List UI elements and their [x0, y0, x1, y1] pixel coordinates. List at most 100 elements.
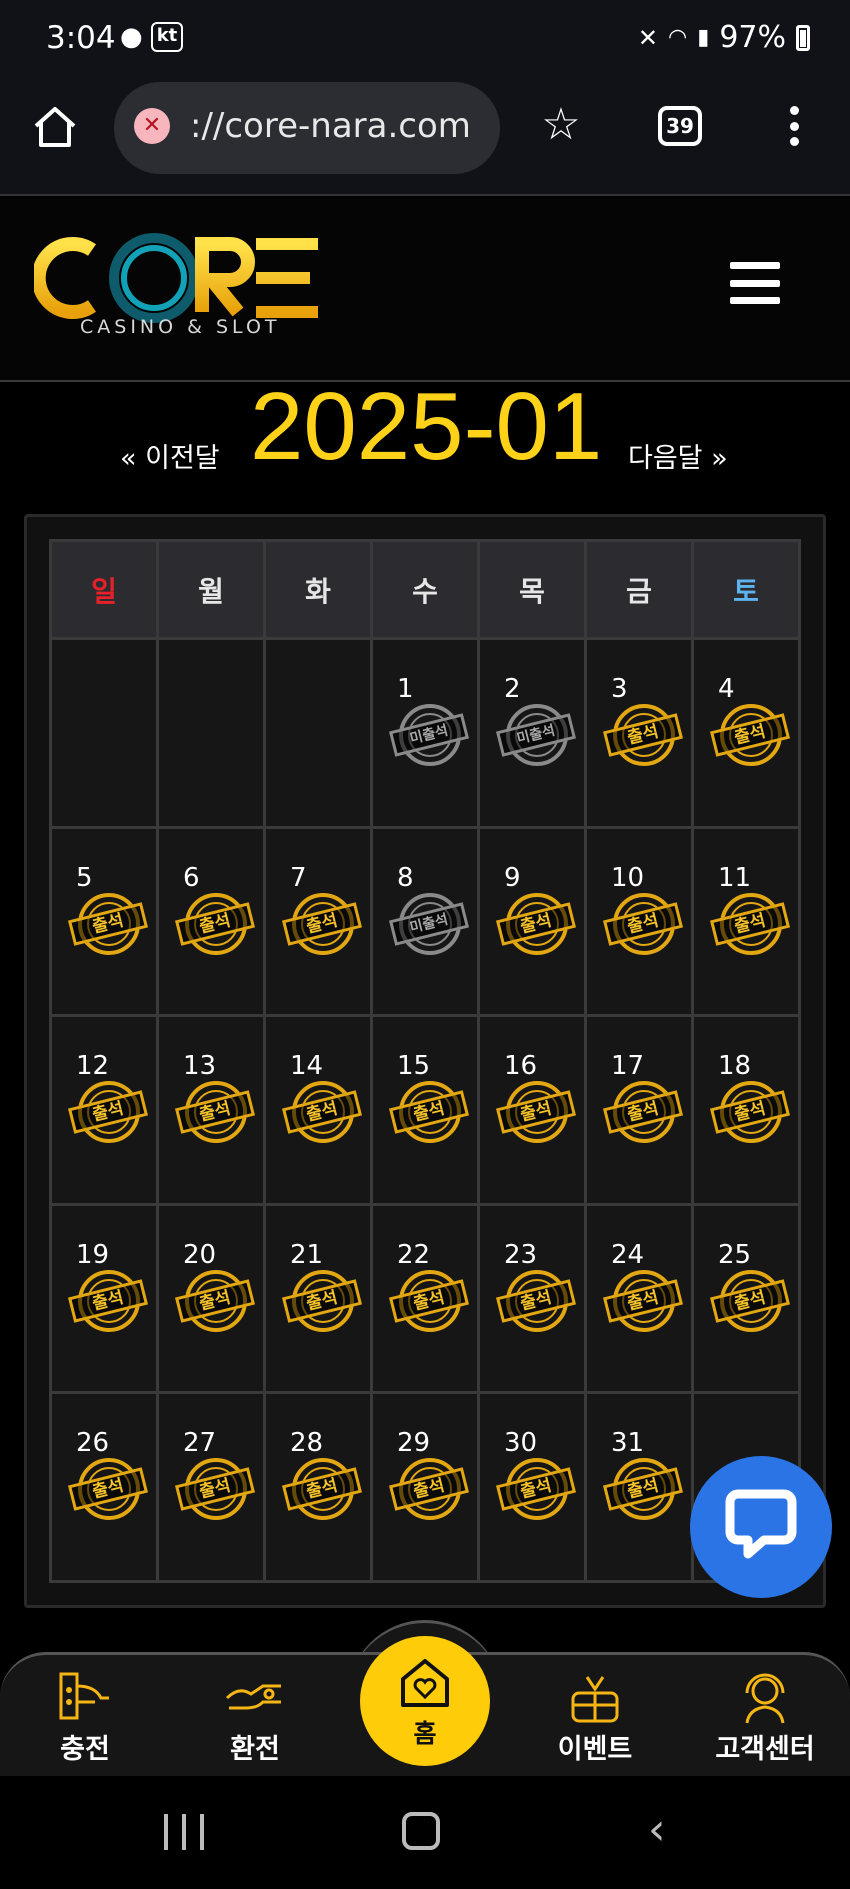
nav-support[interactable]: 고객센터	[700, 1665, 830, 1775]
day-number: 12	[76, 1051, 110, 1081]
calendar-day-cell: 25 출석	[691, 1202, 801, 1394]
day-number: 2	[504, 674, 521, 704]
day-number: 20	[183, 1239, 217, 1270]
attended-stamp: 출석	[709, 704, 791, 766]
calendar-day-cell: 11 출석	[691, 825, 801, 1017]
day-number: 23	[504, 1239, 538, 1270]
day-number: 25	[718, 1239, 752, 1270]
calendar-day-cell: 15 출석	[370, 1014, 480, 1206]
attended-stamp: 출석	[67, 1081, 149, 1143]
calendar-day-cell: 3 출석	[584, 637, 694, 829]
nav-support-label: 고객센터	[715, 1734, 815, 1765]
calendar-day-cell: 24 출석	[584, 1202, 694, 1394]
day-number: 14	[290, 1051, 324, 1081]
status-left-icons: ● kt	[118, 22, 184, 52]
gift-icon	[530, 1665, 660, 1727]
calendar-day-cell: 4 출석	[691, 637, 801, 829]
attended-stamp: 출석	[709, 1081, 791, 1143]
chat-bubble-icon	[725, 1489, 797, 1559]
attended-stamp: 출석	[495, 892, 577, 955]
day-number: 21	[290, 1239, 324, 1270]
tab-switcher-button[interactable]: 39	[658, 106, 702, 146]
calendar-body: 1 미출석 2 미출석 3 출석 4 출석 5 출석 6 출석 7 출석 8 미출석 9 출석 10 출석 11 출석 12…	[49, 637, 801, 1583]
status-right-icons: ✕ ◠ ▮ 97%	[638, 20, 810, 55]
day-number: 30	[504, 1428, 538, 1458]
nav-exchange[interactable]: 환전	[190, 1665, 320, 1775]
battery-percent: 97%	[719, 20, 786, 55]
system-navigation-bar: ‹	[0, 1776, 850, 1889]
wifi-icon: ◠	[668, 25, 688, 50]
attended-stamp: 출석	[495, 1458, 577, 1520]
nav-event-label: 이벤트	[557, 1734, 633, 1765]
day-number: 4	[718, 674, 735, 704]
nav-home[interactable]: 홈	[360, 1636, 490, 1766]
prev-month-link[interactable]: « 이전달	[120, 436, 220, 475]
day-number: 9	[504, 862, 521, 893]
home-icon	[34, 107, 76, 147]
calendar-day-cell: 16 출석	[477, 1014, 587, 1206]
day-number: 1	[397, 674, 414, 704]
calendar-day-cell: 12 출석	[49, 1014, 159, 1206]
bookmark-star-icon[interactable]: ☆	[538, 102, 584, 148]
calendar-day-cell: 29 출석	[370, 1391, 480, 1583]
charge-icon	[20, 1665, 150, 1727]
mute-icon: ✕	[637, 23, 658, 52]
back-button[interactable]: ‹	[648, 1808, 666, 1852]
weekday-header: 수	[370, 539, 480, 640]
calendar-day-cell: 30 출석	[477, 1391, 587, 1583]
day-number: 26	[76, 1428, 110, 1458]
attended-stamp: 출석	[602, 892, 684, 955]
carrier-badge: kt	[150, 22, 184, 52]
system-home-button[interactable]	[402, 1812, 440, 1850]
day-number: 6	[183, 862, 200, 893]
attended-stamp: 출석	[174, 1269, 256, 1332]
attended-stamp: 출석	[388, 1458, 470, 1520]
day-number: 24	[611, 1239, 645, 1270]
attended-stamp: 출석	[281, 892, 363, 955]
absent-stamp: 미출석	[388, 892, 470, 955]
attended-stamp: 출석	[67, 1269, 149, 1332]
attended-stamp: 출석	[495, 1269, 577, 1332]
calendar-day-cell: 22 출석	[370, 1202, 480, 1394]
nav-charge[interactable]: 충전	[20, 1665, 150, 1775]
day-number: 5	[76, 862, 93, 893]
browser-menu-button[interactable]	[784, 106, 804, 146]
weekday-header: 목	[477, 539, 587, 640]
attendance-calendar: 일월화수목금토 1 미출석 2 미출석 3 출석 4 출석 5 출석 6 출석 7 출석 8 미출석 9 출석 10…	[24, 514, 826, 1608]
recent-apps-button[interactable]	[164, 1814, 204, 1850]
weekday-header: 월	[156, 539, 266, 640]
attended-stamp: 출석	[602, 704, 684, 766]
address-bar[interactable]: ✕ ://core-nara.com	[114, 82, 500, 174]
day-number: 29	[397, 1428, 431, 1458]
live-chat-button[interactable]	[690, 1456, 832, 1598]
attended-stamp: 출석	[67, 892, 149, 955]
next-month-link[interactable]: 다음달 »	[628, 436, 728, 475]
status-time: 3:04	[46, 20, 116, 56]
day-number: 22	[397, 1239, 431, 1270]
hamburger-menu-icon[interactable]	[730, 262, 780, 304]
browser-home-button[interactable]	[30, 102, 86, 158]
insecure-site-icon[interactable]: ✕	[134, 108, 170, 144]
calendar-day-cell: 1 미출석	[370, 637, 480, 829]
attended-stamp: 출석	[174, 1081, 256, 1143]
calendar-day-cell: 5 출석	[49, 825, 159, 1017]
weekday-header: 토	[691, 539, 801, 640]
calendar-week-row: 5 출석 6 출석 7 출석 8 미출석 9 출석 10 출석 11 출석	[49, 825, 801, 1017]
month-navigation: « 이전달 2025-01 다음달 »	[0, 373, 850, 494]
calendar-day-cell: 7 출석	[263, 825, 373, 1017]
calendar-day-cell: 21 출석	[263, 1202, 373, 1394]
calendar-day-cell: 10 출석	[584, 825, 694, 1017]
day-number: 3	[611, 674, 628, 704]
weekday-header: 화	[263, 539, 373, 640]
calendar-day-cell: 2 미출석	[477, 637, 587, 829]
nav-event[interactable]: 이벤트	[530, 1665, 660, 1775]
url-text: ://core-nara.com	[190, 106, 471, 146]
calendar-empty-cell	[156, 637, 266, 829]
browser-toolbar: ✕ ://core-nara.com ☆ 39	[0, 78, 850, 196]
day-number: 7	[290, 862, 307, 893]
day-number: 11	[718, 862, 752, 893]
calendar-day-cell: 18 출석	[691, 1014, 801, 1206]
signal-icon: ▮	[697, 25, 710, 50]
day-number: 19	[76, 1239, 110, 1270]
attended-stamp: 출석	[709, 1269, 791, 1332]
